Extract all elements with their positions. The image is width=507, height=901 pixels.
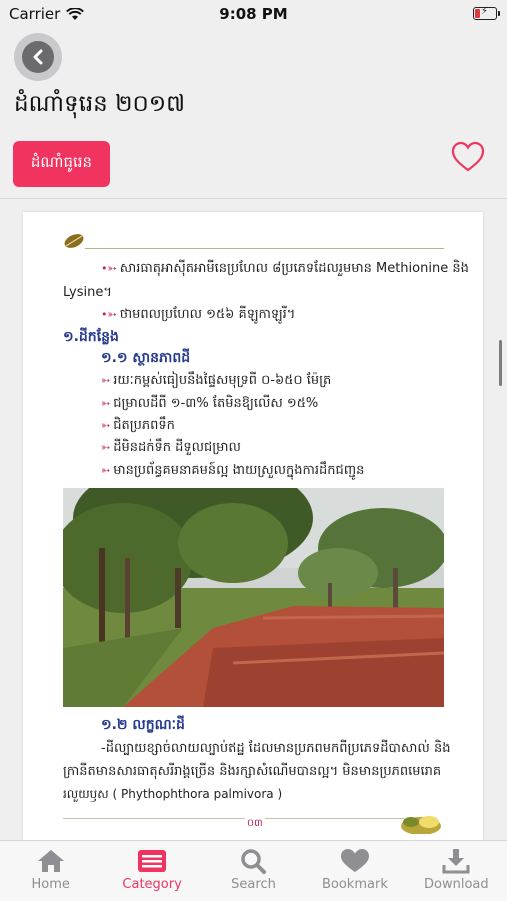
- category-icon: [138, 850, 167, 872]
- bullet-line: •➳ ថាមពលប្រហែល ១៥៦ គីឡូកាឡូរី។: [101, 307, 296, 322]
- bullet-line: ➳ ដីមិនដក់ទឹក ដីទួលជម្រាល: [101, 440, 241, 455]
- tab-label: Download: [424, 877, 489, 892]
- text-line: -ដីល្បាយខ្សាច់លាយល្បាប់ឥដ្ឋ ដែលមានប្រភពម…: [101, 741, 451, 756]
- tab-label: Home: [31, 877, 70, 892]
- tab-home[interactable]: Home: [0, 841, 101, 901]
- header-rule: [85, 248, 444, 249]
- bullet-line: •➳ សារធាតុអាស៊ីតអាមីនេប្រហែល ៨ប្រភេទដែលរួ…: [101, 261, 469, 276]
- durian-fruit-icon: [401, 816, 441, 834]
- status-bar: Carrier 9:08 PM ⚡: [0, 0, 507, 28]
- bullet-line: ➳ មានប្រព័ន្ធគមនាគមន៍ល្អ ងាយស្រួលក្នុងការ…: [101, 463, 365, 478]
- tab-label: Search: [231, 877, 276, 892]
- home-icon: [37, 850, 64, 872]
- page-title: ដំណាំទុរេន ២០១៧: [14, 91, 186, 117]
- favorite-heart-icon[interactable]: [451, 141, 485, 173]
- tab-bookmark[interactable]: Bookmark: [304, 841, 405, 901]
- bullet-line: ➳ រយៈកម្ពស់ធៀបនឹងផ្ទៃសមុទ្រពី ០-៦៥០ ម៉ែត្…: [101, 373, 332, 388]
- tab-category[interactable]: Category: [101, 841, 202, 901]
- header-divider: [0, 198, 507, 199]
- section-heading: ១.ដីកន្លែង: [63, 329, 119, 345]
- tab-bar: Home Category Search Bookmark Download: [0, 840, 507, 901]
- tab-label: Bookmark: [321, 877, 388, 892]
- battery-icon: ⚡: [473, 6, 500, 20]
- footer-rule: [63, 818, 404, 819]
- chevron-left-icon: [33, 49, 43, 65]
- scrollbar[interactable]: [499, 340, 502, 386]
- search-icon: [240, 849, 266, 874]
- text-line: ក្រានីតមានសារធាតុសរីរាង្គច្រើន និងរក្សាស…: [63, 764, 442, 779]
- download-icon: [442, 849, 470, 874]
- status-time: 9:08 PM: [219, 5, 288, 23]
- bullet-line: ➳ ជម្រាលដីពី ១-៣% តែមិនឱ្យលើស ១៥%: [101, 396, 319, 411]
- durian-orchard-photo: [63, 488, 444, 707]
- back-button[interactable]: [14, 33, 62, 81]
- text-line: Lysine។: [63, 285, 112, 300]
- tab-label: Category: [122, 877, 182, 892]
- subsection-heading: ១.១ ស្ថានភាពដី: [101, 350, 191, 366]
- page-number: ០៣: [245, 816, 265, 831]
- tab-search[interactable]: Search: [203, 841, 304, 901]
- durian-leaf-icon: [64, 234, 84, 248]
- text-line: រលួយឫស ( Phythophthora palmivora ): [63, 787, 283, 801]
- subsection-heading: ១.២ លក្ខណៈដី: [101, 717, 185, 733]
- document-page[interactable]: •➳ សារធាតុអាស៊ីតអាមីនេប្រហែល ៨ប្រភេទដែលរួ…: [23, 212, 483, 840]
- bullet-line: ➳ ជិតប្រភពទឹក: [101, 418, 175, 433]
- heart-icon: [340, 849, 369, 872]
- category-button[interactable]: ដំណាំធូរេន: [13, 141, 110, 187]
- tab-download[interactable]: Download: [406, 841, 507, 901]
